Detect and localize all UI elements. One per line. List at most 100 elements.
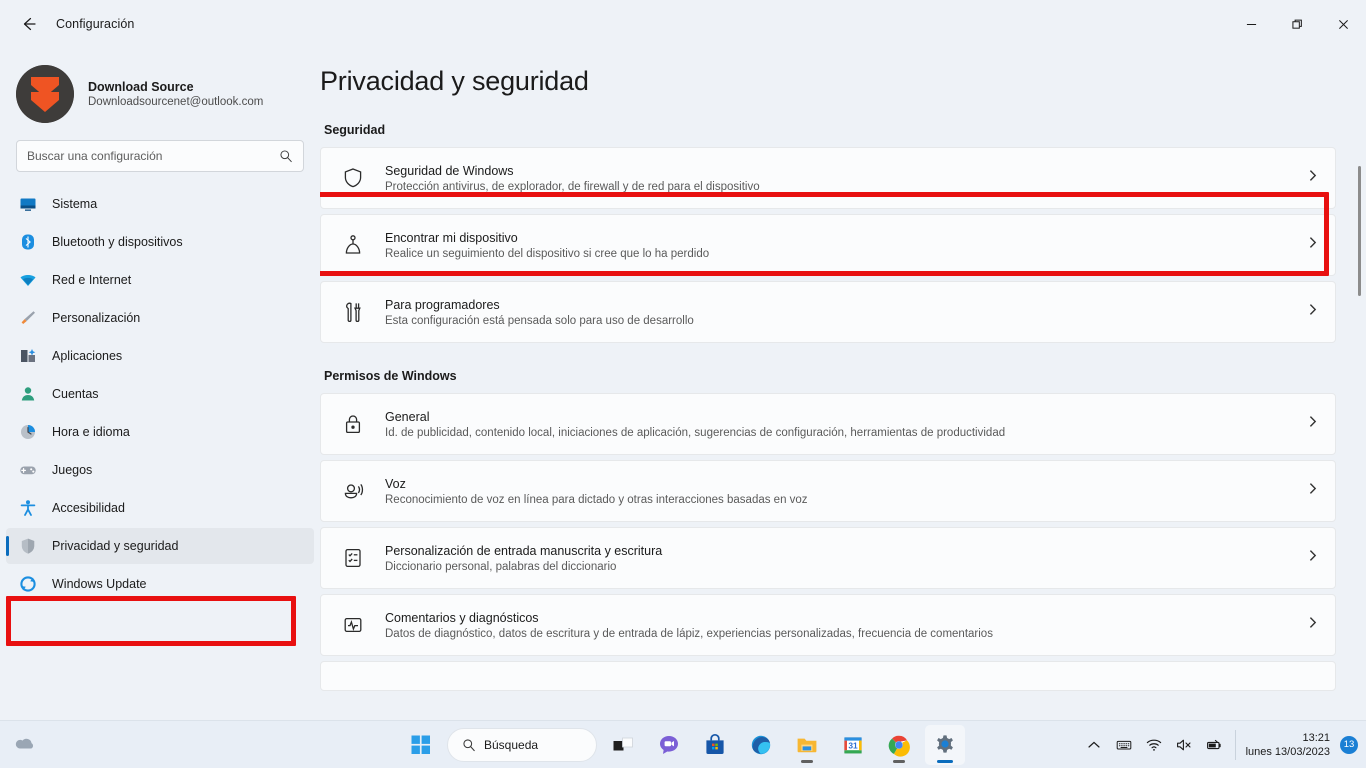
card-title: Para programadores xyxy=(385,297,500,312)
wifi-icon xyxy=(1146,739,1161,751)
apps-icon xyxy=(18,346,38,366)
sidebar-item-red-e-internet[interactable]: Red e Internet xyxy=(6,262,314,298)
gear-icon xyxy=(937,734,953,753)
card-seguridad-de-windows[interactable]: Seguridad de Windows Protección antiviru… xyxy=(320,147,1336,209)
chevron-right-icon xyxy=(1306,303,1319,321)
sidebar-item-bluetooth-y-dispositivos[interactable]: Bluetooth y dispositivos xyxy=(6,224,314,260)
card-encontrar-mi-dispositivo[interactable]: Encontrar mi dispositivo Realice un segu… xyxy=(320,214,1336,276)
card-text: Seguridad de Windows Protección antiviru… xyxy=(385,164,1306,193)
taskbar-buttons: Búsqueda 31 xyxy=(401,724,965,765)
tools-icon xyxy=(339,301,367,323)
shield-outline-icon xyxy=(339,167,367,189)
taskbar-widgets[interactable] xyxy=(12,732,38,758)
back-button[interactable] xyxy=(12,8,46,40)
minimize-button[interactable] xyxy=(1228,0,1274,48)
chevron-right-icon xyxy=(1306,236,1319,254)
minimize-icon xyxy=(1246,23,1256,25)
chevron-right-icon xyxy=(1306,482,1319,500)
card-text: Para programadores Esta configuración es… xyxy=(385,298,1306,327)
notification-badge[interactable]: 13 xyxy=(1340,735,1358,754)
card-title: General xyxy=(385,409,430,424)
lock-icon xyxy=(339,413,367,435)
chrome-icon xyxy=(888,735,910,757)
section-cards-seguridad: Seguridad de Windows Protección antiviru… xyxy=(320,147,1336,343)
account-email: Downloadsourcenet@outlook.com xyxy=(88,96,264,108)
account-block[interactable]: Download Source Downloadsourcenet@outloo… xyxy=(0,56,320,126)
calendar-icon: 31 xyxy=(844,736,863,754)
search-icon xyxy=(463,738,475,751)
scrollbar-thumb[interactable] xyxy=(1358,166,1361,296)
sidebar-item-label: Juegos xyxy=(52,463,93,477)
tray-volume-button[interactable] xyxy=(1169,727,1199,763)
task-view-icon xyxy=(613,737,633,750)
sidebar-item-hora-e-idioma[interactable]: Hora e idioma xyxy=(6,414,314,450)
sidebar-item-aplicaciones[interactable]: Aplicaciones xyxy=(6,338,314,374)
card-voz[interactable]: Voz Reconocimiento de voz en línea para … xyxy=(320,460,1336,522)
update-icon xyxy=(18,574,38,594)
sidebar-item-juegos[interactable]: Juegos xyxy=(6,452,314,488)
card-subtitle: Esta configuración está pensada solo par… xyxy=(385,314,694,327)
tray-time: 13:21 xyxy=(1302,731,1330,744)
taskbar-edge-button[interactable] xyxy=(741,725,781,765)
person-icon xyxy=(18,384,38,404)
tray-keyboard-button[interactable] xyxy=(1109,727,1139,763)
monitor-icon xyxy=(18,194,38,214)
sidebar-item-windows-update[interactable]: Windows Update xyxy=(6,566,314,602)
sidebar-item-accesibilidad[interactable]: Accesibilidad xyxy=(6,490,314,526)
card-personalizacion-entrada-manuscrita[interactable]: Personalización de entrada manuscrita y … xyxy=(320,527,1336,589)
file-explorer-icon xyxy=(797,738,817,752)
tray-expand-button[interactable] xyxy=(1079,727,1109,763)
card-comentarios-y-diagnosticos[interactable]: Comentarios y diagnósticos Datos de diag… xyxy=(320,594,1336,656)
maximize-button[interactable] xyxy=(1274,0,1320,48)
taskbar-store-button[interactable] xyxy=(695,725,735,765)
sidebar-item-label: Bluetooth y dispositivos xyxy=(52,235,183,249)
tray-clock[interactable]: 13:21 lunes 13/03/2023 xyxy=(1234,729,1338,760)
content-scrollbar[interactable] xyxy=(1358,108,1361,718)
search-input[interactable] xyxy=(27,149,279,163)
taskbar-chat-button[interactable] xyxy=(649,725,689,765)
close-button[interactable] xyxy=(1320,0,1366,48)
chat-icon xyxy=(660,735,678,754)
section-label-permisos-de-windows: Permisos de Windows xyxy=(324,369,457,383)
card-partial-next[interactable] xyxy=(320,661,1336,691)
search-box[interactable] xyxy=(16,140,304,172)
locator-pin-icon xyxy=(339,234,367,256)
card-title: Encontrar mi dispositivo xyxy=(385,230,518,245)
card-para-programadores[interactable]: Para programadores Esta configuración es… xyxy=(320,281,1336,343)
sidebar-item-cuentas[interactable]: Cuentas xyxy=(6,376,314,412)
sidebar-item-label: Aplicaciones xyxy=(52,349,123,363)
taskbar-task-view-button[interactable] xyxy=(603,725,643,765)
system-tray: 13:21 lunes 13/03/2023 13 xyxy=(1079,727,1358,763)
page-title: Privacidad y seguridad xyxy=(320,66,589,96)
chevron-up-icon xyxy=(1087,741,1100,748)
keyboard-icon xyxy=(1116,740,1131,749)
card-text: Comentarios y diagnósticos Datos de diag… xyxy=(385,611,1306,640)
svg-text:31: 31 xyxy=(848,740,858,750)
taskbar-chrome-button[interactable] xyxy=(879,725,919,765)
card-subtitle: Diccionario personal, palabras del dicci… xyxy=(385,560,617,573)
card-text: Voz Reconocimiento de voz en línea para … xyxy=(385,477,1306,506)
download-source-logo-icon xyxy=(16,65,74,123)
tray-battery-button[interactable] xyxy=(1199,727,1229,763)
card-general[interactable]: General Id. de publicidad, contenido loc… xyxy=(320,393,1336,455)
diagnostics-icon xyxy=(339,614,367,636)
tray-wifi-button[interactable] xyxy=(1139,727,1169,763)
taskbar-settings-button[interactable] xyxy=(925,724,965,765)
taskbar-start-button[interactable] xyxy=(401,725,441,765)
taskbar-search-button[interactable]: Búsqueda xyxy=(447,727,597,762)
sidebar-item-label: Sistema xyxy=(52,197,98,211)
taskbar-file-explorer-button[interactable] xyxy=(787,725,827,765)
accessibility-icon xyxy=(18,498,38,518)
clock-icon xyxy=(18,422,38,442)
sidebar-item-personalizacion[interactable]: Personalización xyxy=(6,300,314,336)
taskbar-calendar-button[interactable]: 31 xyxy=(833,725,873,765)
sidebar-item-privacidad-y-seguridad[interactable]: Privacidad y seguridad xyxy=(6,528,314,564)
card-text: General Id. de publicidad, contenido loc… xyxy=(385,410,1306,439)
edge-icon xyxy=(751,735,771,754)
account-name: Download Source xyxy=(88,80,194,94)
sidebar-item-sistema[interactable]: Sistema xyxy=(6,186,314,222)
avatar xyxy=(16,65,74,123)
window-controls xyxy=(1228,0,1366,48)
sidebar-item-label: Red e Internet xyxy=(52,273,132,287)
card-subtitle: Datos de diagnóstico, datos de escritura… xyxy=(385,627,993,640)
